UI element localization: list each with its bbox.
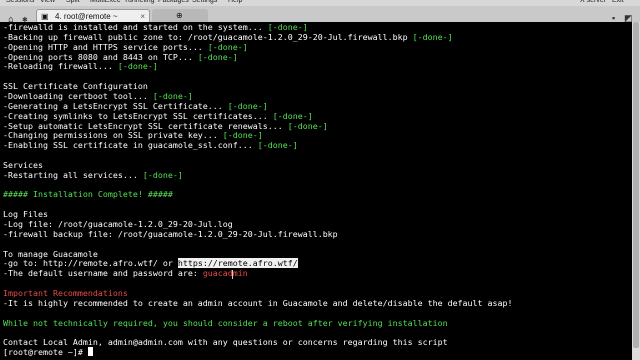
line-text: -Generating a LetsEncrypt SSL Certificat… [3,100,228,111]
terminal-line: -Generating a LetsEncrypt SSL Certificat… [3,101,268,111]
tab-session[interactable]: ▣ 4. root@remote ~ × [36,9,150,22]
terminal-line: -Restarting all services... [-done-] [3,170,183,180]
menu-item[interactable]: Packages [158,0,189,4]
line-text: Services [3,159,43,170]
credential-text: guacadmin [202,268,248,279]
terminal-line: -Creating symlinks to LetsEncrypt SSL ce… [3,111,313,121]
line-text: -Opening ports 8080 and 8443 on TCP... [3,51,198,62]
terminal-line: Services [3,160,43,170]
line-text: -Setup automatic LetsEncrypt SSL certifi… [3,120,288,131]
menu-item[interactable]: Split [66,0,80,4]
done-status: [-done-] [257,140,298,151]
done-status: [-done-] [222,130,263,141]
terminal-line: -Setup automatic LetsEncrypt SSL certifi… [3,121,328,131]
done-status: [-done-] [267,22,308,32]
terminal-line: ##### Installation Complete! ##### [3,189,173,199]
terminal-line: -firewalld is installed and started on t… [3,22,308,32]
done-status: [-done-] [117,61,158,72]
line-text: Contact Local Admin, admin@admin.com wit… [3,337,448,348]
terminal-line: -firewall backup file: /root/guacamole-1… [3,229,338,239]
menu-item[interactable]: Sessions [6,0,34,4]
done-status: [-done-] [287,120,328,131]
terminal-line: -Changing permissions on SSL private key… [3,130,263,140]
terminal-line: -Opening HTTP and HTTPS service ports...… [3,42,248,52]
terminal-line: -Log file: /root/guacamole-1.2.0_29-20-J… [3,219,233,229]
line-text: To manage Guacamole [3,248,98,259]
terminal-line: -go to: http://remote.afro.wtf/ or https… [3,258,298,269]
line-text: -Creating symlinks to LetsEncrypt SSL ce… [3,110,273,121]
terminal-line: Contact Local Admin, admin@admin.com wit… [3,337,448,347]
line-text: -The default username and password are: [3,268,203,279]
text-cursor-icon [232,270,233,279]
scrollbar-thumb[interactable] [633,22,639,348]
terminal-line: -Reloading firewall... [-done-] [3,61,158,71]
done-status: [-done-] [272,110,313,121]
new-tab-icon: ⊕ [176,11,183,20]
menu-item[interactable]: X server [580,0,606,4]
line-text: -go to: http://remote.afro.wtf/ or [3,258,178,269]
terminal-line: -Opening ports 8080 and 8443 on TCP... [… [3,52,238,62]
tab-new[interactable]: ⊕ [152,9,208,22]
vertical-scrollbar[interactable] [632,22,640,360]
line-text: -Log file: /root/guacamole-1.2.0_29-20-J… [3,219,233,229]
line-text: -firewalld is installed and started on t… [3,22,268,32]
terminal-line: While not technically required, you shou… [3,318,448,328]
menu-item[interactable]: MultiExec [90,0,120,4]
terminal-line: Important Recommendations [3,288,128,298]
line-text: Important Recommendations [3,287,128,298]
line-text: -Reloading firewall... [3,61,118,72]
tab-bar: ⌂ ✱ ▣ 4. root@remote ~ × ⊕ ▪ ◩ [0,6,640,25]
line-text: -firewall backup file: /root/guacamole-1… [3,228,338,239]
done-status: [-done-] [412,31,453,42]
selected-url[interactable]: https://remote.afro.wtf/ [177,258,298,269]
done-status: [-done-] [207,41,248,52]
menu-item[interactable]: View [40,0,55,4]
block-cursor [87,347,93,357]
terminal-line: -The default username and password are: … [3,268,248,278]
line-text: -Downloading certboot tool... [3,90,153,101]
terminal-line: SSL Certificate Configuration [3,81,148,91]
menu-item[interactable]: Tunneling [124,0,155,4]
menu-item[interactable]: Help [228,0,242,4]
done-status: [-done-] [197,51,238,62]
line-text: SSL Certificate Configuration [3,81,148,92]
done-status: [-done-] [152,90,193,101]
terminal-output[interactable]: -firewalld is installed and started on t… [0,22,632,360]
terminal-line: -Enabling SSL certificate in guacamole_s… [3,140,298,150]
terminal-line: -Downloading certboot tool... [-done-] [3,91,193,101]
menu-item[interactable]: Settings [192,0,217,4]
line-text: While not technically required, you shou… [3,317,448,328]
done-status: [-done-] [227,100,268,111]
terminal-line: To manage Guacamole [3,249,98,259]
menu-item[interactable]: Exit [612,0,624,4]
line-text: -It is highly recommended to create an a… [3,297,513,308]
terminal-line: -It is highly recommended to create an a… [3,298,513,308]
prompt-text: [root@remote ~]# [3,347,88,358]
line-text: Log Files [3,209,48,220]
line-text: -Restarting all services... [3,169,143,180]
line-text: -Opening HTTP and HTTPS service ports... [3,41,208,52]
command-prompt[interactable]: [root@remote ~]# [3,347,93,357]
line-text: ##### Installation Complete! ##### [3,189,173,200]
terminal-line: Log Files [3,209,48,219]
line-text: -Backing up firewall public zone to: /ro… [3,31,413,42]
done-status: [-done-] [142,169,183,180]
terminal-line: -Backing up firewall public zone to: /ro… [3,32,453,42]
line-text: -Changing permissions on SSL private key… [3,130,223,141]
line-text: -Enabling SSL certificate in guacamole_s… [3,140,258,151]
